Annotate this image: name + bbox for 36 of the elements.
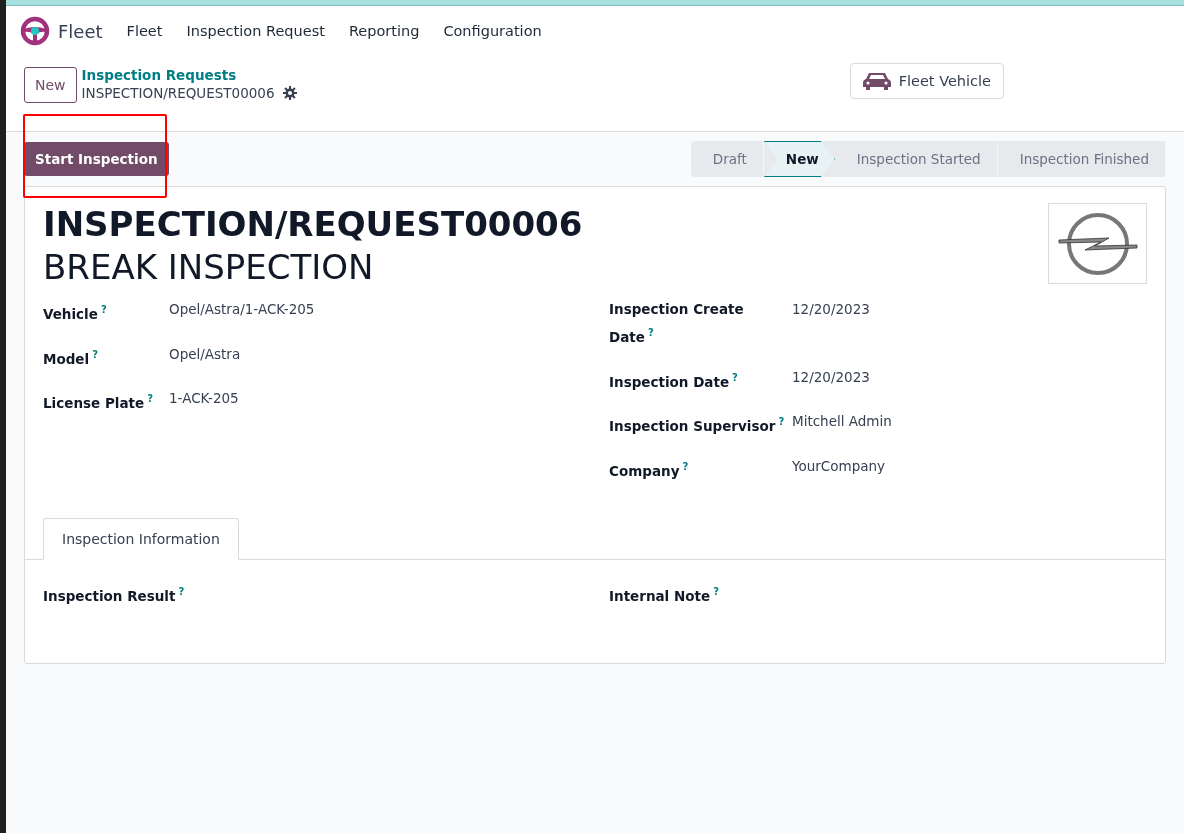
field-value: Opel/Astra <box>169 344 242 364</box>
field-value: 12/20/2023 <box>792 300 871 319</box>
stage-step[interactable]: Draft <box>690 141 764 177</box>
record-name: INSPECTION/REQUEST00006 <box>81 85 275 101</box>
steering-wheel-icon <box>20 16 50 46</box>
start-inspection-button[interactable]: Start Inspection <box>24 142 169 176</box>
car-icon <box>862 71 891 91</box>
menu-item[interactable]: Inspection Request <box>186 23 325 39</box>
field-value: 1-ACK-205 <box>169 389 240 408</box>
settings-icon[interactable] <box>282 86 297 100</box>
field-label: Inspection Create Date $^{?}$ <box>609 300 745 347</box>
field-value: Opel/Astra/1-ACK-205 <box>169 300 316 319</box>
menu-item[interactable]: Fleet <box>126 23 163 39</box>
record-reference: INSPECTION/REQUEST00006 <box>43 203 583 246</box>
app-name[interactable]: Fleet <box>58 20 103 42</box>
field-label: Inspection Date $^{?}$ <box>609 370 739 392</box>
stage-step[interactable]: Inspection Started <box>834 141 998 177</box>
field-label: License Plate $^{?}$ <box>43 392 154 413</box>
stage-step[interactable]: New <box>763 141 835 177</box>
field-label: Internal Note $^{?}$ <box>609 587 719 604</box>
field-label: Vehicle $^{?}$ <box>43 303 108 324</box>
field-value: Mitchell Admin <box>792 412 893 431</box>
field-label: Company $^{?}$ <box>609 459 690 481</box>
record-title: BREAK INSPECTION <box>43 245 375 288</box>
menu-item[interactable]: Configuration <box>443 23 542 39</box>
stage-step[interactable]: Inspection Finished <box>997 141 1166 177</box>
breadcrumb-link[interactable]: Inspection Requests <box>81 67 297 83</box>
menu-item[interactable]: Reporting <box>348 23 420 39</box>
new-button[interactable]: New <box>24 67 77 103</box>
field-label: Inspection Supervisor $^{?}$ <box>609 415 786 436</box>
field-value: 12/20/2023 <box>792 367 871 387</box>
fleet-vehicle-button[interactable]: Fleet Vehicle <box>849 63 1004 99</box>
notebook-tab[interactable]: Inspection Information <box>43 518 239 560</box>
field-value: YourCompany <box>792 456 887 476</box>
field-label: Inspection Result $^{?}$ <box>43 587 185 604</box>
field-label: Model $^{?}$ <box>43 347 99 368</box>
